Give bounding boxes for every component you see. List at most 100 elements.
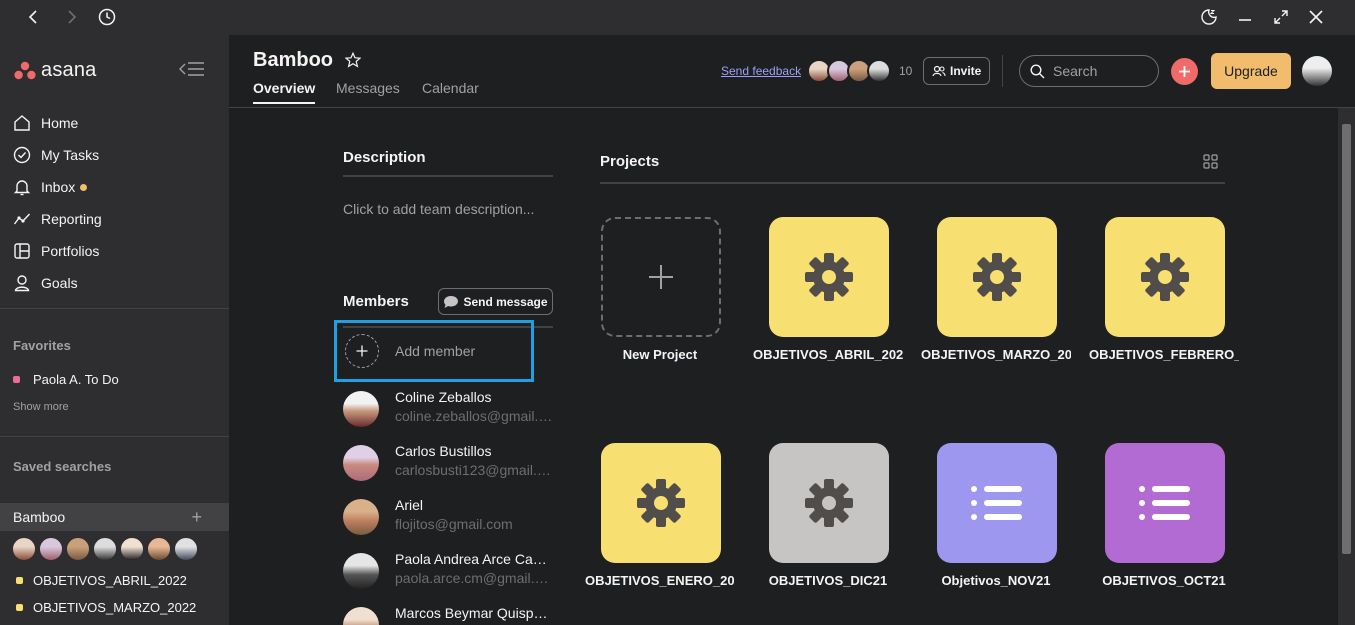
project-tile-label: OBJETIVOS_ABRIL_2022	[753, 347, 903, 362]
search-input[interactable]: Search	[1019, 55, 1159, 87]
people-icon	[932, 65, 946, 77]
send-message-button[interactable]: Send message	[438, 288, 553, 315]
sidebar-item-inbox[interactable]: Inbox	[12, 175, 88, 199]
close-icon[interactable]	[1303, 5, 1329, 29]
sidebar-item-portfolios[interactable]: Portfolios	[12, 239, 99, 263]
sidebar-project-item[interactable]: OBJETIVOS_MARZO_2022	[16, 600, 196, 615]
header-member-avatars[interactable]	[807, 59, 891, 83]
description-input[interactable]: Click to add team description...	[343, 201, 534, 217]
saved-searches-title: Saved searches	[13, 459, 112, 474]
avatar[interactable]	[93, 537, 117, 561]
project-tile[interactable]: OBJETIVOS_DIC21	[757, 443, 897, 588]
tab-overview[interactable]: Overview	[253, 80, 316, 104]
project-tile-box	[769, 217, 889, 337]
sidebar-item-label: Home	[41, 115, 79, 131]
new-project-box	[601, 217, 721, 337]
avatar[interactable]	[12, 537, 36, 561]
sidebar-item-home[interactable]: Home	[12, 111, 78, 135]
avatar[interactable]	[66, 537, 90, 561]
back-arrow-icon[interactable]	[21, 5, 47, 29]
tab-messages[interactable]: Messages	[336, 80, 400, 102]
do-not-disturb-icon[interactable]	[1196, 5, 1222, 29]
add-project-plus-icon[interactable]: +	[191, 507, 202, 528]
sidebar-item-my-tasks[interactable]: My Tasks	[12, 143, 99, 167]
member-row[interactable]: Marcos Beymar Quispe Mamani	[343, 605, 555, 625]
project-tile[interactable]: OBJETIVOS_MARZO_2022	[921, 217, 1071, 362]
scrollbar-thumb[interactable]	[1342, 124, 1351, 554]
sidebar-team-bamboo[interactable]: Bamboo +	[0, 503, 229, 531]
sidebar-item-label: My Tasks	[41, 147, 100, 163]
team-overview: Description Click to add team descriptio…	[229, 108, 1338, 625]
upgrade-button[interactable]: Upgrade	[1211, 53, 1291, 89]
member-row[interactable]: Ariel flojitos@gmail.com	[343, 497, 555, 535]
member-name: Marcos Beymar Quispe Mamani	[395, 605, 555, 621]
search-icon	[1030, 63, 1045, 78]
project-tile[interactable]: OBJETIVOS_FEBRERO_2022	[1089, 217, 1239, 362]
send-feedback-link[interactable]: Send feedback	[721, 64, 801, 78]
grid-view-icon[interactable]	[1203, 154, 1218, 169]
avatar	[343, 499, 379, 535]
check-circle-icon	[12, 145, 32, 165]
avatar[interactable]	[147, 537, 171, 561]
project-tile-box	[1105, 443, 1225, 563]
trend-line-icon	[12, 209, 32, 229]
tab-calendar[interactable]: Calendar	[422, 80, 479, 102]
header-separator	[1002, 55, 1003, 87]
gear-icon	[637, 479, 685, 527]
collapse-sidebar-icon[interactable]	[179, 61, 205, 77]
new-project-tile[interactable]: New Project	[589, 217, 729, 362]
vertical-scrollbar[interactable]	[1338, 108, 1355, 625]
sidebar-item-label: Portfolios	[41, 243, 100, 259]
maximize-icon[interactable]	[1268, 5, 1294, 29]
project-tile[interactable]: OBJETIVOS_OCT21	[1093, 443, 1233, 588]
show-more-link[interactable]: Show more	[13, 401, 69, 413]
project-tile-box	[937, 443, 1057, 563]
avatar[interactable]	[39, 537, 63, 561]
home-icon	[12, 113, 32, 133]
sidebar-project-item[interactable]: OBJETIVOS_ABRIL_2022	[16, 573, 187, 588]
member-name: Carlos Bustillos	[395, 443, 492, 459]
add-member-plus-icon	[345, 334, 379, 368]
sidebar-project-label: OBJETIVOS_ABRIL_2022	[33, 573, 187, 588]
add-member-button[interactable]: Add member	[334, 320, 534, 382]
member-row[interactable]: Paola Andrea Arce Camacho paola.arce.cm@…	[343, 551, 555, 589]
project-tile-box	[1105, 217, 1225, 337]
quick-add-button[interactable]	[1171, 58, 1198, 85]
project-tile[interactable]: Objetivos_NOV21	[925, 443, 1065, 588]
avatar[interactable]	[174, 537, 198, 561]
sidebar: asana Home My Tasks Inbox Reporting Port…	[0, 35, 229, 625]
invite-button[interactable]: Invite	[923, 57, 991, 85]
members-title: Members	[343, 293, 409, 310]
sidebar-item-label: Goals	[41, 275, 78, 291]
history-clock-icon[interactable]	[94, 5, 120, 29]
star-icon[interactable]	[345, 52, 361, 68]
page-title: Bamboo	[253, 49, 333, 71]
project-color-dot	[16, 604, 23, 611]
sidebar-divider	[0, 436, 229, 437]
search-placeholder: Search	[1053, 63, 1098, 79]
asana-logo[interactable]: asana	[14, 59, 97, 82]
team-header: Bamboo Overview Messages Calendar Send f…	[229, 35, 1355, 108]
project-color-dot	[16, 577, 23, 584]
sidebar-item-goals[interactable]: Goals	[12, 271, 78, 295]
project-tile[interactable]: OBJETIVOS_ENERO_2022	[585, 443, 735, 588]
minimize-icon[interactable]	[1232, 5, 1258, 29]
avatar	[343, 391, 379, 427]
project-tile[interactable]: OBJETIVOS_ABRIL_2022	[753, 217, 903, 362]
favorite-color-dot	[13, 376, 20, 383]
project-tile-box	[937, 217, 1057, 337]
member-name: Paola Andrea Arce Camacho	[395, 551, 555, 567]
avatar[interactable]	[120, 537, 144, 561]
member-email: coline.zeballos@gmail.com	[395, 408, 555, 424]
member-row[interactable]: Carlos Bustillos carlosbusti123@gmail.co…	[343, 443, 555, 481]
member-email: flojitos@gmail.com	[395, 516, 513, 532]
portfolio-icon	[12, 241, 32, 261]
favorite-item[interactable]: Paola A. To Do	[13, 372, 119, 387]
sidebar-item-label: Reporting	[41, 211, 102, 227]
member-row[interactable]: Coline Zeballos coline.zeballos@gmail.co…	[343, 389, 555, 427]
forward-arrow-icon[interactable]	[58, 5, 84, 29]
user-avatar[interactable]	[1302, 56, 1332, 86]
sidebar-item-reporting[interactable]: Reporting	[12, 207, 102, 231]
project-tile-label: OBJETIVOS_FEBRERO_2022	[1089, 347, 1239, 362]
sidebar-divider	[0, 308, 229, 309]
